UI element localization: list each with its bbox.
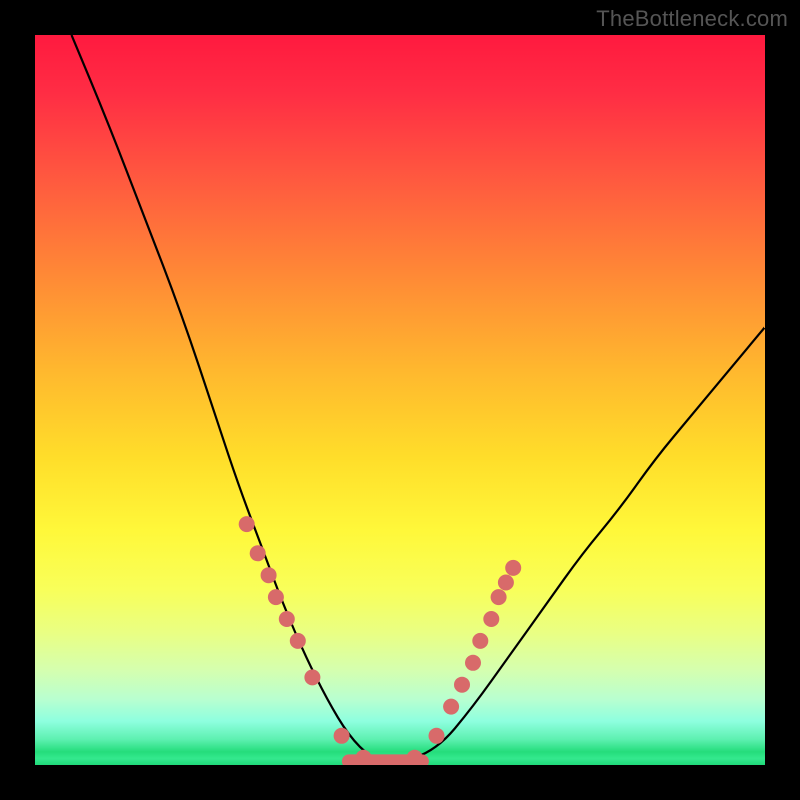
highlight-marker [472, 633, 488, 649]
highlight-marker [268, 589, 284, 605]
highlight-marker [279, 611, 295, 627]
highlight-marker [443, 699, 459, 715]
highlight-marker [407, 750, 423, 765]
highlight-marker [334, 728, 350, 744]
highlight-marker [250, 545, 266, 561]
plot-area [35, 35, 765, 765]
highlight-marker [454, 677, 470, 693]
chart-frame: TheBottleneck.com [0, 0, 800, 800]
highlight-marker [304, 669, 320, 685]
highlight-marker [465, 655, 481, 671]
highlight-marker [505, 560, 521, 576]
highlight-marker [239, 516, 255, 532]
highlight-marker [498, 575, 514, 591]
highlight-marker [491, 589, 507, 605]
marker-group [239, 516, 522, 765]
highlight-marker [483, 611, 499, 627]
bottleneck-curve [72, 35, 766, 763]
highlight-marker [290, 633, 306, 649]
highlight-marker [356, 750, 372, 765]
highlight-marker [261, 567, 277, 583]
chart-svg [35, 35, 765, 765]
watermark-label: TheBottleneck.com [596, 6, 788, 32]
highlight-marker [429, 728, 445, 744]
